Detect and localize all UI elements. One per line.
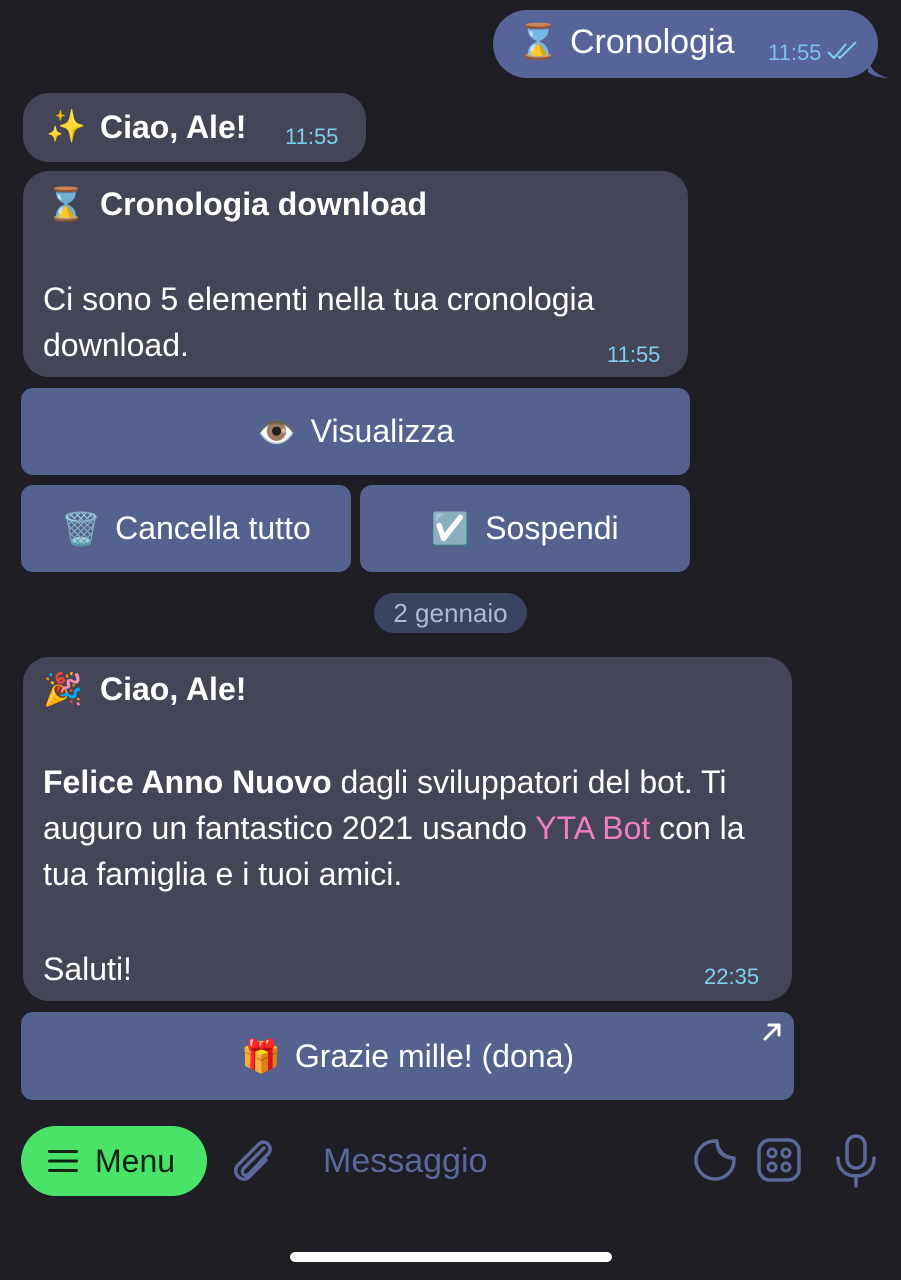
- message-signoff: Saluti!: [43, 951, 132, 987]
- gift-icon: 🎁: [240, 1038, 281, 1074]
- clear-all-button[interactable]: 🗑️ Cancella tutto: [21, 485, 351, 572]
- checkbox-icon: ☑️: [431, 510, 472, 547]
- hourglass-icon: ⌛: [46, 186, 86, 222]
- message-time: 22:35: [704, 964, 760, 989]
- eye-icon: 👁️: [256, 413, 297, 450]
- sparkles-icon: ✨: [46, 108, 86, 144]
- bubble-tail-icon: [868, 58, 890, 78]
- sticker-icon[interactable]: [693, 1138, 737, 1182]
- message-title: Ciao, Ale!: [100, 671, 247, 707]
- message-time: 11:55: [607, 342, 661, 367]
- external-link-arrow-icon: [763, 1023, 781, 1041]
- double-check-icon: [827, 41, 857, 60]
- donate-button-label: Grazie mille! (dona): [294, 1037, 575, 1074]
- message-title: Ciao, Ale!: [100, 109, 247, 145]
- suspend-button-label: Sospendi: [485, 510, 619, 546]
- party-popper-icon: 🎉: [43, 671, 83, 707]
- menu-button-label: Menu: [95, 1142, 176, 1179]
- bot-link[interactable]: YTA Bot: [535, 810, 650, 846]
- trash-icon: 🗑️: [61, 510, 102, 547]
- message-time: 11:55: [285, 124, 339, 149]
- hourglass-icon: ⌛: [517, 23, 560, 61]
- suspend-button[interactable]: ☑️ Sospendi: [360, 485, 690, 572]
- microphone-icon[interactable]: [834, 1134, 878, 1188]
- message-body: Ci sono 5 elementi nella tua cronologia …: [43, 281, 595, 363]
- view-button-label: Visualizza: [310, 413, 455, 449]
- clear-all-button-label: Cancella tutto: [115, 510, 311, 546]
- outgoing-message-text: Cronologia: [570, 23, 735, 61]
- message-input[interactable]: [305, 1138, 675, 1184]
- menu-button[interactable]: Menu: [21, 1126, 207, 1196]
- message-body: Felice Anno Nuovo dagli sviluppatori del…: [43, 759, 778, 897]
- bot-commands-icon[interactable]: [757, 1138, 801, 1182]
- message-title: Cronologia download: [100, 186, 428, 222]
- donate-button[interactable]: 🎁 Grazie mille! (dona): [21, 1012, 794, 1100]
- hamburger-icon: [48, 1150, 78, 1172]
- paperclip-icon[interactable]: [228, 1134, 278, 1188]
- message-bold-text: Felice Anno Nuovo: [43, 764, 332, 800]
- view-button[interactable]: 👁️ Visualizza: [21, 388, 690, 475]
- message-time: 11:55: [768, 40, 822, 65]
- home-indicator[interactable]: [290, 1252, 612, 1262]
- date-separator: 2 gennaio: [374, 593, 527, 633]
